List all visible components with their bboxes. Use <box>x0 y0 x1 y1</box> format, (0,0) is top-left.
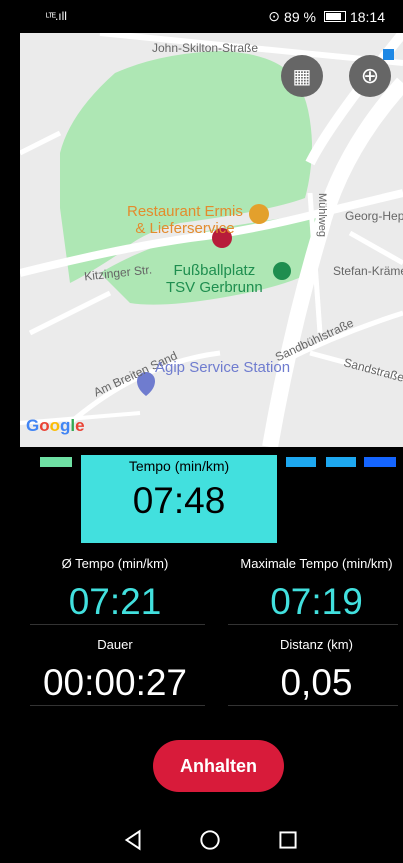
recents-icon[interactable] <box>275 827 301 853</box>
map-layers-button[interactable]: ▦ <box>281 55 323 97</box>
street-label-stefan: Stefan-Krämer <box>333 264 403 278</box>
divider <box>30 705 205 706</box>
distance-label: Distanz (km) <box>280 637 353 652</box>
signal-icon: ᴸᵀᴱ.ıll <box>46 9 67 23</box>
max-tempo-stat: Maximale Tempo (min/km) 07:19 <box>230 556 403 623</box>
nav-bar <box>0 817 403 863</box>
divider <box>228 705 398 706</box>
street-label-georg: Georg-Heppe <box>345 209 403 223</box>
restaurant-pin-icon <box>249 204 269 224</box>
my-location-button[interactable]: ⊕ <box>349 55 391 97</box>
home-icon[interactable] <box>197 827 223 853</box>
avg-tempo-stat: Ø Tempo (min/km) 07:21 <box>20 556 210 623</box>
status-bar: ᴸᵀᴱ.ıll ⊙ 89 % 18:14 <box>0 0 403 33</box>
avg-tempo-value: 07:21 <box>68 581 162 622</box>
avg-tempo-label: Ø Tempo (min/km) <box>61 556 169 571</box>
current-tempo-box: Tempo (min/km) 07:48 <box>81 455 277 543</box>
status-right: ⊙ 89 % 18:14 <box>268 8 385 25</box>
stats-panel: Tempo (min/km) 07:48 Ø Tempo (min/km) 07… <box>20 447 403 817</box>
poi-football-label[interactable]: Fußballplatz TSV Gerbrunn <box>166 262 263 296</box>
battery-text: 89 % <box>284 8 316 25</box>
football-pin-icon <box>273 262 291 280</box>
map-badge-icon <box>383 49 394 60</box>
poi-restaurant-label[interactable]: Restaurant Ermis & Lieferservice <box>127 203 243 237</box>
divider <box>228 624 398 625</box>
max-tempo-label: Maximale Tempo (min/km) <box>240 556 393 571</box>
duration-label: Dauer <box>97 637 133 652</box>
map-canvas <box>20 33 403 447</box>
current-tempo-value: 07:48 <box>132 480 226 521</box>
legend-right-1 <box>286 457 316 467</box>
battery-icon <box>323 11 346 22</box>
divider <box>30 624 205 625</box>
legend-right-2 <box>326 457 356 467</box>
duration-value: 00:00:27 <box>42 662 188 703</box>
location-icon: ⊙ <box>268 8 281 24</box>
duration-stat: Dauer 00:00:27 <box>20 637 210 704</box>
legend-right-3 <box>364 457 396 467</box>
poi-agip-label[interactable]: Agip Service Station <box>155 359 290 376</box>
back-icon[interactable] <box>120 827 146 853</box>
stop-button[interactable]: Anhalten <box>153 740 284 792</box>
street-label-john: John-Skilton-Straße <box>152 41 259 55</box>
legend-left <box>40 457 72 467</box>
distance-stat: Distanz (km) 0,05 <box>230 637 403 704</box>
max-tempo-value: 07:19 <box>270 581 363 622</box>
clock: 18:14 <box>349 8 385 25</box>
google-logo: Google <box>26 416 85 435</box>
map-view[interactable]: John-Skilton-Straße Mühlweg Georg-Heppe … <box>20 33 403 447</box>
distance-value: 0,05 <box>280 662 353 703</box>
map-icon: ▦ <box>292 65 312 88</box>
current-tempo-label: Tempo (min/km) <box>128 458 230 474</box>
street-label-muehlweg: Mühlweg <box>316 193 328 238</box>
crosshair-icon: ⊕ <box>360 63 380 88</box>
